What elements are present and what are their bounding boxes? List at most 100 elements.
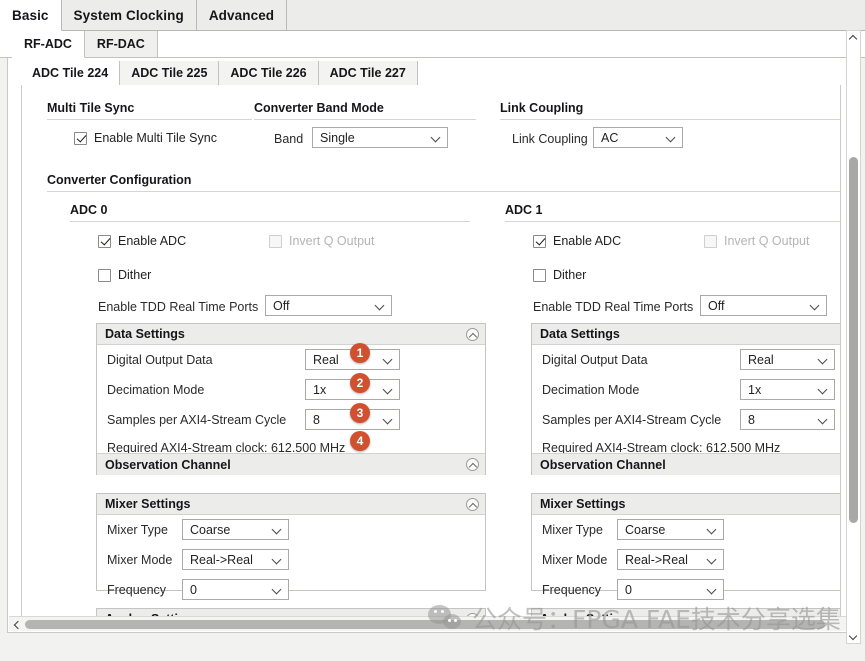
band-label: Band — [274, 132, 304, 146]
scroll-down-button[interactable] — [847, 629, 860, 643]
adc-0-mixer-type-label: Mixer Type — [107, 523, 168, 537]
adc-1-digital-output-data-combobox[interactable]: Real — [740, 349, 835, 370]
adc-1-samples-per-cycle-combobox[interactable]: 8 — [740, 409, 835, 430]
adc-0-frequency-value: 0 — [190, 582, 197, 597]
adc-1-mixer-settings-header[interactable]: Mixer Settings — [532, 494, 840, 515]
adc-0-mixer-settings-header[interactable]: Mixer Settings — [97, 494, 485, 515]
adc-1-observation-channel-title: Observation Channel — [540, 457, 666, 472]
scroll-left-button[interactable] — [10, 617, 24, 631]
chevron-down-icon — [666, 132, 678, 144]
adc-1-observation-channel-header[interactable]: Observation Channel — [532, 453, 840, 475]
adc-1-tdd-combobox[interactable]: Off — [700, 295, 827, 316]
tab-rf-adc[interactable]: RF-ADC — [12, 31, 85, 58]
collapse-icon[interactable] — [466, 497, 479, 511]
chevron-down-icon — [818, 354, 830, 366]
adc-1-heading: ADC 1 — [505, 203, 840, 222]
adc-0-mixer-settings-panel: Mixer Settings Mixer Type Coarse Mixer M… — [96, 493, 486, 600]
adc-0-data-settings-panel: Data Settings Digital Output Data Real D… — [96, 323, 486, 475]
adc-1-frequency-label: Frequency — [542, 583, 602, 597]
adc-0-invert-q-output-checkbox — [269, 234, 282, 248]
collapse-icon[interactable] — [466, 327, 479, 341]
adc-0-dither-row[interactable]: Dither — [98, 268, 151, 282]
vertical-scrollbar-thumb[interactable] — [849, 157, 858, 523]
adc-1-mixer-type-value: Coarse — [625, 522, 666, 537]
tab-system-clocking[interactable]: System Clocking — [61, 0, 197, 30]
annotation-badge-4: 4 — [350, 431, 370, 451]
tab-adc-tile-227[interactable]: ADC Tile 227 — [318, 61, 418, 85]
adc-1-mixer-settings-body: Mixer Type Coarse Mixer Mode Real->Real … — [532, 515, 840, 600]
adc-1-decimation-mode-combobox[interactable]: 1x — [740, 379, 835, 400]
adc-0-invert-q-output-label: Invert Q Output — [289, 234, 375, 248]
tab-advanced[interactable]: Advanced — [196, 0, 288, 30]
adc-1-decimation-mode-label: Decimation Mode — [542, 383, 640, 397]
adc-tile-tab-strip-filler — [417, 61, 841, 85]
multi-tile-sync-heading: Multi Tile Sync — [47, 101, 252, 120]
enable-multi-tile-sync-checkbox[interactable] — [74, 131, 87, 145]
adc-1-invert-q-output-checkbox — [704, 234, 717, 248]
chevron-down-icon — [810, 300, 822, 312]
chevron-down-icon — [375, 300, 387, 312]
adc-1-invert-q-output-label: Invert Q Output — [724, 234, 810, 248]
chevron-up-icon — [850, 35, 857, 42]
tab-rf-dac[interactable]: RF-DAC — [84, 31, 158, 57]
adc-0-mixer-type-combobox[interactable]: Coarse — [182, 519, 289, 540]
adc-1-enable-adc-checkbox[interactable] — [533, 234, 546, 248]
horizontal-scrollbar-thumb[interactable] — [25, 620, 825, 629]
chevron-down-icon — [850, 633, 857, 640]
converter-configuration-heading: Converter Configuration — [47, 173, 840, 192]
adc-1-mixer-type-label: Mixer Type — [542, 523, 603, 537]
tab-adc-tile-225[interactable]: ADC Tile 225 — [120, 61, 220, 85]
tab-adc-tile-226[interactable]: ADC Tile 226 — [219, 61, 319, 85]
link-coupling-combobox-value: AC — [601, 130, 619, 145]
adc-1-enable-adc-row[interactable]: Enable ADC — [533, 234, 621, 248]
adc-1-dither-row[interactable]: Dither — [533, 268, 586, 282]
adc-1-mixer-mode-label: Mixer Mode — [542, 553, 608, 567]
link-coupling-combobox[interactable]: AC — [593, 127, 683, 148]
adc-0-dither-checkbox[interactable] — [98, 268, 111, 282]
chevron-down-icon — [383, 414, 395, 426]
enable-multi-tile-sync-row[interactable]: Enable Multi Tile Sync — [74, 131, 217, 145]
adc-0-tdd-label: Enable TDD Real Time Ports — [98, 300, 259, 314]
adc-0-enable-adc-checkbox[interactable] — [98, 234, 111, 248]
adc-0-frequency-combobox[interactable]: 0 — [182, 579, 289, 600]
adc-tile-224-content: Multi Tile Sync Enable Multi Tile Sync C… — [21, 85, 841, 625]
adc-0-data-settings-header[interactable]: Data Settings — [97, 324, 485, 345]
adc-0-samples-per-cycle-label: Samples per AXI4-Stream Cycle — [107, 413, 287, 427]
adc-1-decimation-mode-value: 1x — [748, 382, 762, 397]
band-combobox-value: Single — [320, 130, 355, 145]
tab-adc-tile-224[interactable]: ADC Tile 224 — [21, 61, 121, 86]
vertical-scrollbar[interactable] — [846, 30, 861, 644]
chevron-down-icon — [707, 524, 719, 536]
adc-0-mixer-mode-combobox[interactable]: Real->Real — [182, 549, 289, 570]
adc-1-data-settings-header[interactable]: Data Settings — [532, 324, 840, 345]
adc-1-samples-per-cycle-value: 8 — [748, 412, 755, 427]
adc-1-frequency-combobox[interactable]: 0 — [617, 579, 724, 600]
adc-1-digital-output-data-label: Digital Output Data — [542, 353, 648, 367]
adc-1-enable-adc-label: Enable ADC — [553, 234, 622, 248]
expand-icon[interactable] — [466, 458, 479, 471]
scroll-up-button[interactable] — [847, 31, 860, 45]
chevron-down-icon — [272, 524, 284, 536]
adc-1-mixer-mode-combobox[interactable]: Real->Real — [617, 549, 724, 570]
horizontal-scrollbar[interactable] — [9, 616, 855, 631]
adc-0-observation-channel-header[interactable]: Observation Channel — [97, 453, 485, 475]
adc-0-decimation-mode-label: Decimation Mode — [107, 383, 205, 397]
annotation-badge-2: 2 — [350, 373, 370, 393]
chevron-left-icon — [14, 621, 21, 628]
adc-1-digital-output-data-value: Real — [748, 352, 774, 367]
adc-tile-tab-strip: ADC Tile 224 ADC Tile 225 ADC Tile 226 A… — [21, 61, 841, 86]
rf-adc-panel: ADC Tile 224 ADC Tile 225 ADC Tile 226 A… — [7, 58, 859, 633]
link-coupling-heading: Link Coupling — [500, 101, 840, 120]
band-combobox[interactable]: Single — [312, 127, 448, 148]
tab-basic[interactable]: Basic — [0, 0, 62, 31]
adc-0-tdd-combobox[interactable]: Off — [265, 295, 392, 316]
enable-multi-tile-sync-label: Enable Multi Tile Sync — [94, 131, 217, 145]
adc-0-samples-per-cycle-value: 8 — [313, 412, 320, 427]
adc-0-observation-channel-title: Observation Channel — [105, 457, 231, 472]
adc-0-digital-output-data-label: Digital Output Data — [107, 353, 213, 367]
adc-0-digital-output-data-value: Real — [313, 352, 339, 367]
adc-1-mixer-type-combobox[interactable]: Coarse — [617, 519, 724, 540]
adc-0-enable-adc-row[interactable]: Enable ADC — [98, 234, 186, 248]
adc-1-dither-checkbox[interactable] — [533, 268, 546, 282]
adc-1-data-settings-title: Data Settings — [540, 327, 620, 341]
